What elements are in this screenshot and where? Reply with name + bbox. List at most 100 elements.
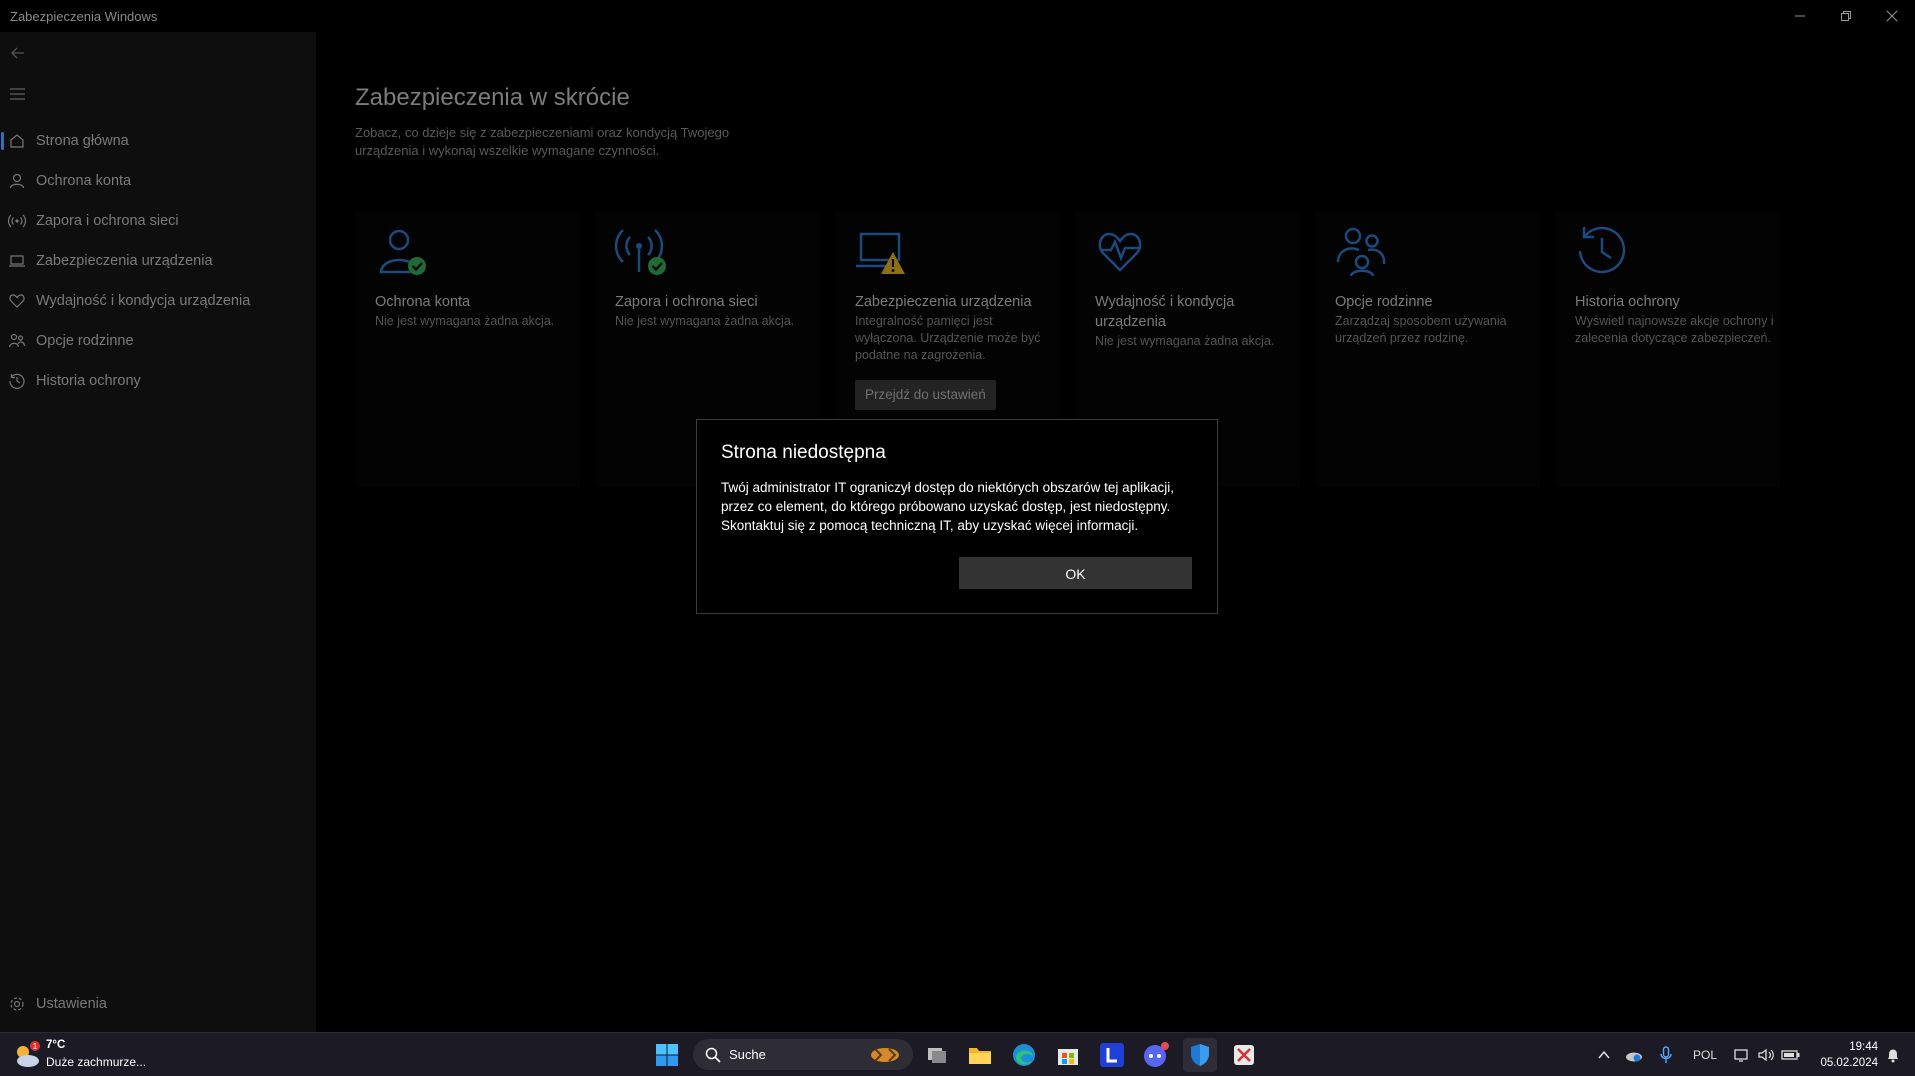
page-description: Zobacz, co dzieje się z zabezpieczeniami… xyxy=(355,125,730,158)
card-description: Nie jest wymagana żadna akcja. xyxy=(615,314,795,328)
weather-badge: 1 xyxy=(33,1042,38,1051)
microsoft-store-button[interactable] xyxy=(1051,1038,1085,1072)
protection-history-icon xyxy=(1575,224,1631,280)
task-view-button[interactable] xyxy=(920,1038,954,1072)
card-description: Wyświetl najnowsze akcje ochrony i zalec… xyxy=(1575,314,1774,345)
gear-icon xyxy=(8,995,26,1013)
sidebar-item-home[interactable]: Strona główna xyxy=(0,123,316,159)
language-indicator[interactable]: POL xyxy=(1688,1039,1722,1071)
sidebar-item-protection-history[interactable]: Historia ochrony xyxy=(0,363,316,399)
back-arrow-icon xyxy=(11,47,24,59)
go-to-settings-button[interactable]: Przejdź do ustawień xyxy=(855,380,996,410)
app-title: Zabezpieczenia Windows xyxy=(10,9,158,24)
sidebar-item-device-security[interactable]: Zabezpieczenia urządzenia xyxy=(0,243,316,279)
minimize-button[interactable] xyxy=(1777,0,1823,32)
sidebar-item-label: Opcje rodzinne xyxy=(36,333,134,349)
card-title: Ochrona konta xyxy=(375,294,471,310)
card-protection-history[interactable]: Historia ochrony Wyświetl najnowsze akcj… xyxy=(1555,212,1780,487)
dialog-message: Twój administrator IT ograniczył dostęp … xyxy=(721,480,1174,533)
restore-icon xyxy=(1841,11,1851,21)
home-icon xyxy=(8,132,26,150)
card-description: Nie jest wymagana żadna akcja. xyxy=(375,314,555,328)
sidebar-item-settings[interactable]: Ustawienia xyxy=(0,986,316,1022)
taskbar-search[interactable]: Suche xyxy=(693,1039,913,1070)
close-button[interactable] xyxy=(1869,0,1915,32)
edge-browser-icon xyxy=(1013,1044,1035,1066)
sidebar-item-label: Historia ochrony xyxy=(36,373,141,389)
discord-button[interactable] xyxy=(1139,1038,1173,1072)
sidebar-item-account-protection[interactable]: Ochrona konta xyxy=(0,163,316,199)
card-family-options[interactable]: Opcje rodzinne Zarządzaj sposobem używan… xyxy=(1315,212,1540,487)
hamburger-button[interactable] xyxy=(8,84,28,104)
card-description: Integralność pamięci jest wyłączona. Urz… xyxy=(855,314,1041,362)
sidebar-item-device-health[interactable]: Wydajność i kondycja urządzenia xyxy=(0,283,316,319)
windows-logo-icon xyxy=(656,1044,678,1066)
weather-widget[interactable]: 1 7°C Duże zachmurze... xyxy=(10,1037,170,1073)
weather-temperature: 7°C xyxy=(46,1039,66,1051)
onedrive-tray-button[interactable] xyxy=(1622,1039,1646,1071)
sidebar-item-label: Ustawienia xyxy=(36,996,107,1012)
file-explorer-button[interactable] xyxy=(963,1038,997,1072)
card-title: Historia ochrony xyxy=(1575,294,1680,310)
device-security-warning-icon xyxy=(855,224,911,280)
firewall-icon xyxy=(614,224,671,280)
chevron-up-icon xyxy=(1598,1050,1610,1059)
sidebar-item-label: Wydajność i kondycja urządzenia xyxy=(36,293,251,309)
l-app-button[interactable] xyxy=(1095,1038,1129,1072)
ok-button[interactable]: OK xyxy=(959,557,1192,589)
folder-icon xyxy=(969,1048,991,1064)
family-icon xyxy=(8,332,26,350)
network-tray-button[interactable] xyxy=(1732,1039,1752,1071)
bell-icon xyxy=(1888,1049,1898,1063)
dialog-title: Strona niedostępna xyxy=(721,442,886,463)
card-description: Zarządzaj sposobem używania urządzeń prz… xyxy=(1335,314,1507,345)
search-highlight-icon xyxy=(871,1048,899,1062)
sidebar-item-label: Strona główna xyxy=(36,133,129,149)
antenna-icon xyxy=(8,212,26,230)
microphone-tray-button[interactable] xyxy=(1656,1039,1676,1071)
onedrive-cloud-icon xyxy=(1626,1052,1642,1062)
sidebar-item-family-options[interactable]: Opcje rodzinne xyxy=(0,323,316,359)
battery-icon xyxy=(1781,1050,1800,1060)
show-hidden-icons-button[interactable] xyxy=(1594,1039,1614,1071)
volume-tray-button[interactable] xyxy=(1756,1039,1776,1071)
l-app-icon xyxy=(1100,1043,1124,1067)
active-indicator xyxy=(1,132,4,150)
weather-description: Duże zachmurze... xyxy=(46,1055,147,1069)
laptop-icon xyxy=(8,252,26,270)
notifications-button[interactable] xyxy=(1882,1039,1904,1071)
shield-icon xyxy=(1191,1044,1209,1066)
taskbar-clock[interactable]: 19:44 05.02.2024 xyxy=(1808,1039,1878,1071)
clock-time: 19:44 xyxy=(1849,1041,1878,1053)
family-options-icon xyxy=(1335,224,1391,280)
close-icon xyxy=(1886,10,1898,22)
person-icon xyxy=(8,172,26,190)
card-title: Wydajność i kondycja urządzenia xyxy=(1095,294,1235,330)
network-icon xyxy=(1734,1049,1748,1062)
restore-button[interactable] xyxy=(1823,0,1869,32)
hamburger-icon xyxy=(10,88,25,100)
history-icon xyxy=(8,372,26,390)
snipping-tool-button[interactable] xyxy=(1227,1038,1261,1072)
discord-icon xyxy=(1144,1042,1169,1067)
edge-button[interactable] xyxy=(1007,1038,1041,1072)
account-protection-icon xyxy=(375,224,431,280)
windows-security-taskbar-button[interactable] xyxy=(1183,1038,1217,1072)
store-icon xyxy=(1058,1049,1078,1065)
heart-icon xyxy=(8,292,26,310)
sidebar-item-label: Zapora i ochrona sieci xyxy=(36,213,179,229)
sidebar-item-firewall[interactable]: Zapora i ochrona sieci xyxy=(0,203,316,239)
page-title: Zabezpieczenia w skrócie xyxy=(355,84,630,111)
speaker-icon xyxy=(1758,1048,1774,1062)
microphone-icon xyxy=(1660,1046,1672,1063)
card-account-protection[interactable]: Ochrona konta Nie jest wymagana żadna ak… xyxy=(355,212,580,487)
sidebar: Strona główna Ochrona konta Zapora i och… xyxy=(0,32,316,1032)
start-button[interactable] xyxy=(650,1038,684,1072)
taskbar: 1 7°C Duże zachmurze... Suche POL 19:44 … xyxy=(0,1032,1915,1076)
back-button[interactable] xyxy=(8,43,28,63)
battery-tray-button[interactable] xyxy=(1780,1039,1802,1071)
weather-cloud-icon: 1 xyxy=(17,1041,40,1067)
task-view-icon xyxy=(928,1048,946,1063)
title-bar: Zabezpieczenia Windows xyxy=(0,0,1915,32)
snipping-tool-icon xyxy=(1234,1045,1254,1065)
